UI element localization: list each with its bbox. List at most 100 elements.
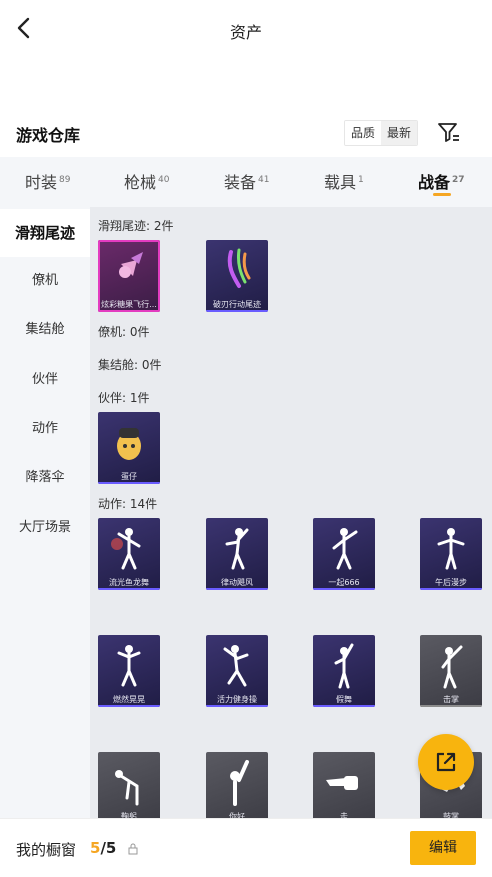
showcase-count: 5/5 [90, 839, 116, 857]
showcase-label: 我的橱窗 [16, 841, 77, 859]
egg-partner-icon [117, 428, 141, 460]
item-card[interactable]: 破刃行动尾迹 [206, 240, 268, 312]
item-name: 你好 [229, 812, 245, 818]
warehouse-title: 游戏仓库 [16, 126, 81, 145]
item-name: 流光鱼龙舞 [109, 578, 149, 587]
sort-latest-button[interactable]: 最新 [381, 121, 418, 145]
rarity-bar [313, 588, 375, 590]
filter-icon[interactable] [436, 119, 462, 145]
item-card[interactable]: 鞠躬 [98, 752, 160, 818]
section-label-trail: 滑翔尾迹: 2件 [98, 219, 174, 233]
item-grid: 滑翔尾迹: 2件 炫彩糖果飞行... 破刃行动尾迹 僚机: 0件 集结舱: 0件… [90, 207, 492, 818]
sidebar-item-emote[interactable]: 动作 [0, 405, 90, 453]
rarity-bar [420, 705, 482, 707]
dancer-figure-icon [441, 645, 463, 689]
tab-label: 战备 [418, 173, 451, 192]
tab-label: 时装 [25, 173, 58, 192]
tab-count: 41 [258, 175, 270, 185]
item-card[interactable]: 你好 [206, 752, 268, 818]
item-card[interactable]: 蛋仔 [98, 412, 160, 484]
tab-count: 89 [59, 175, 71, 185]
item-card[interactable]: 假舞 [313, 635, 375, 707]
dancer-figure-icon [225, 528, 249, 570]
sidebar-item-partner[interactable]: 伙伴 [0, 356, 90, 404]
item-name: 击掌 [443, 695, 459, 704]
tab-fashion[interactable]: 时装 89 [25, 169, 70, 193]
tab-label: 载具 [324, 173, 357, 192]
section-label-partner: 伙伴: 1件 [98, 391, 150, 405]
tab-guns[interactable]: 枪械 40 [124, 169, 169, 193]
rarity-bar [206, 705, 268, 707]
sidebar-item-trail[interactable]: 滑翔尾迹 [0, 209, 90, 257]
item-name: 鼓掌 [443, 812, 459, 818]
item-name: 假舞 [336, 695, 352, 704]
showcase-count-current: 5 [90, 839, 101, 857]
item-name: 活力健身操 [217, 695, 257, 704]
tab-count: 1 [358, 175, 364, 185]
item-name: 走 [340, 812, 348, 818]
section-label-emote: 动作: 14件 [98, 497, 158, 511]
rarity-bar [420, 588, 482, 590]
item-name: 律动飓风 [221, 578, 253, 587]
rarity-bar [98, 705, 160, 707]
edit-button[interactable]: 编辑 [410, 831, 476, 865]
sidebar-item-parachute[interactable]: 降落伞 [0, 454, 90, 502]
dancer-figure-icon [223, 645, 249, 687]
rarity-bar [206, 310, 268, 312]
sort-toggle: 品质 最新 [344, 120, 419, 146]
item-card[interactable]: 一起666 [313, 518, 375, 590]
rarity-bar [313, 705, 375, 707]
dancer-figure-icon [334, 643, 354, 689]
item-name: 破刃行动尾迹 [213, 300, 261, 309]
item-card[interactable]: 活力健身操 [206, 635, 268, 707]
item-card[interactable]: 炫彩糖果飞行... [98, 240, 160, 312]
section-label-pod: 集结舱: 0件 [98, 358, 162, 372]
sidebar: 滑翔尾迹 僚机 集结舱 伙伴 动作 降落伞 大厅场景 [0, 207, 90, 818]
section-label-wingman: 僚机: 0件 [98, 325, 150, 339]
item-name: 一起666 [328, 578, 360, 587]
item-name: 蛋仔 [121, 472, 137, 481]
share-external-icon [436, 752, 456, 772]
rarity-bar [98, 588, 160, 590]
rarity-bar [98, 482, 160, 484]
sidebar-item-lobby-scene[interactable]: 大厅场景 [0, 504, 90, 552]
page-title: 资产 [229, 23, 262, 42]
dancer-figure-icon [111, 528, 141, 570]
share-fab-button[interactable] [418, 734, 474, 790]
tab-label: 枪械 [124, 173, 157, 192]
top-bar: 资产 [0, 0, 492, 58]
bottom-bar: 我的橱窗 5/5 编辑 [0, 818, 492, 877]
item-name: 炫彩糖果飞行... [101, 300, 157, 309]
active-tab-indicator [433, 193, 451, 196]
sort-quality-button[interactable]: 品质 [345, 121, 382, 145]
tab-vehicles[interactable]: 载具 1 [324, 169, 364, 193]
category-tabs: 时装 89 枪械 40 装备 41 载具 1 战备 27 [0, 157, 492, 207]
item-name: 午后漫步 [435, 578, 467, 587]
showcase-count-total: /5 [100, 839, 117, 857]
tab-combat-gear[interactable]: 战备 27 [418, 169, 465, 193]
candy-trail-icon [119, 252, 143, 278]
dancer-figure-icon [117, 645, 141, 687]
item-name: 燃然晃晃 [113, 695, 145, 704]
item-card[interactable]: 走 [313, 752, 375, 818]
lock-icon [128, 843, 138, 855]
item-card[interactable]: 流光鱼龙舞 [98, 518, 160, 590]
tab-count: 27 [452, 175, 465, 185]
item-name: 鞠躬 [121, 812, 137, 818]
sidebar-item-pod[interactable]: 集结舱 [0, 306, 90, 354]
item-card[interactable]: 击掌 [420, 635, 482, 707]
dancer-figure-icon [230, 760, 249, 806]
tab-label: 装备 [224, 173, 257, 192]
item-card[interactable]: 律动飓风 [206, 518, 268, 590]
pointing-hand-icon [326, 776, 358, 790]
sidebar-item-wingman[interactable]: 僚机 [0, 257, 90, 305]
item-card[interactable]: 燃然晃晃 [98, 635, 160, 707]
trail-streak-icon [227, 248, 251, 288]
dancer-figure-icon [437, 528, 465, 570]
tab-count: 40 [158, 175, 170, 185]
tab-equipment[interactable]: 装备 41 [224, 169, 269, 193]
rarity-bar [98, 310, 160, 312]
item-card[interactable]: 午后漫步 [420, 518, 482, 590]
dancer-figure-icon [332, 528, 358, 570]
rarity-bar [206, 588, 268, 590]
